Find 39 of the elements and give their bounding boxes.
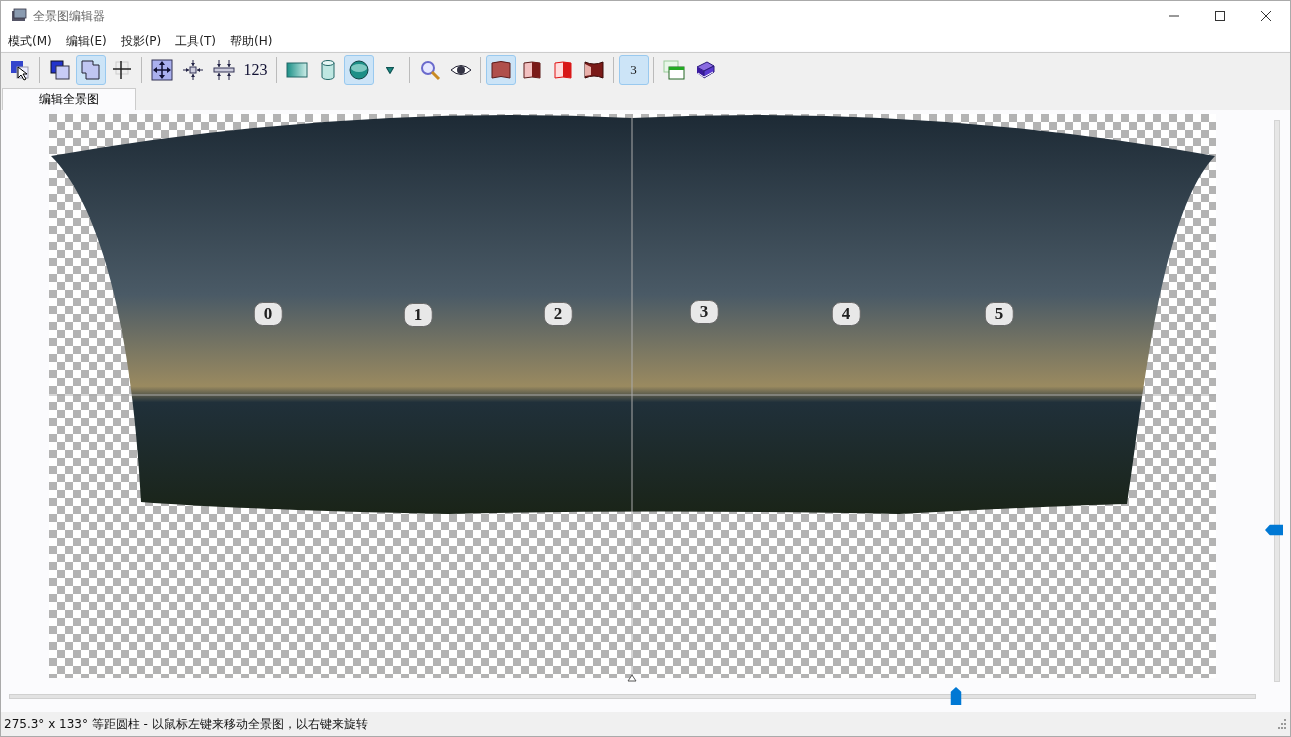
straighten-icon xyxy=(212,59,235,81)
menu-item[interactable]: 投影(P) xyxy=(113,32,169,50)
resize-grip-icon[interactable] xyxy=(1276,719,1286,729)
status-text: 275.3° x 133° 等距圆柱 - 以鼠标左键来移动全景图，以右键来旋转 xyxy=(4,715,368,733)
app-icon xyxy=(11,8,27,24)
slider-thumb[interactable] xyxy=(1265,524,1283,536)
vertical-slider[interactable] xyxy=(1264,120,1284,682)
pointer-icon xyxy=(8,59,31,81)
triangle-icon xyxy=(385,66,394,74)
sphere-button[interactable] xyxy=(343,55,374,85)
sheet-warp-icon xyxy=(582,59,605,81)
tab[interactable]: 编辑全景图 xyxy=(2,88,136,110)
sheet-right-icon xyxy=(551,59,574,81)
sphere-icon xyxy=(347,59,370,81)
slider-thumb[interactable] xyxy=(950,687,962,705)
menu-item[interactable]: 工具(T) xyxy=(168,32,223,50)
window-title: 全景图编辑器 xyxy=(33,7,105,25)
numbers-button[interactable]: 123 xyxy=(239,55,272,85)
sheet-icon xyxy=(489,59,512,81)
menu-item[interactable]: 帮助(H) xyxy=(223,32,280,50)
horizontal-slider[interactable] xyxy=(9,686,1256,706)
merge-button[interactable] xyxy=(75,55,106,85)
menu-item[interactable]: 编辑(E) xyxy=(58,32,114,50)
overlap-icon xyxy=(48,59,71,81)
image-count-button[interactable]: 3 xyxy=(618,55,649,85)
cross-icon xyxy=(110,59,133,81)
maximize-icon[interactable] xyxy=(1214,10,1226,22)
preview-canvas[interactable]: 0 1 2 3 4 5 xyxy=(49,114,1216,678)
windows-icon xyxy=(662,59,685,81)
close-icon[interactable] xyxy=(1260,10,1272,22)
sheet-left-icon xyxy=(520,59,543,81)
center-marker-icon xyxy=(627,674,637,682)
sheet-button[interactable] xyxy=(485,55,516,85)
rectangle-icon xyxy=(285,59,308,81)
merge-icon xyxy=(79,59,102,81)
magnifier-icon xyxy=(418,59,441,81)
fit-icon xyxy=(150,59,173,81)
menu-item[interactable]: 模式(M) xyxy=(1,32,59,50)
center-icon xyxy=(181,59,204,81)
